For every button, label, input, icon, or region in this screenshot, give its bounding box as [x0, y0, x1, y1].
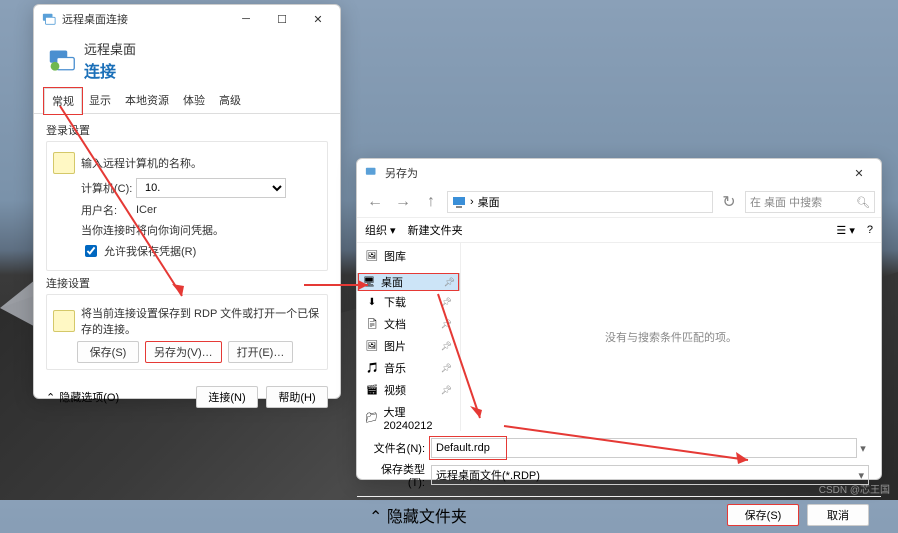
nav-back-button[interactable]: ←: [363, 190, 387, 214]
rdp-app-icon: [42, 12, 56, 26]
filename-label: 文件名(N):: [369, 440, 431, 456]
pin-icon: 📌︎: [441, 385, 452, 396]
rdp-window: 远程桌面连接 ─ ☐ ✕ 远程桌面 连接 常规 显示 本地资源 体验 高级 登录…: [33, 4, 341, 399]
help-icon[interactable]: ?: [867, 224, 873, 236]
saveas-window: 另存为 ✕ ← → ↑ › 桌面 ↻ 在 桌面 中搜索 🔍︎ 组织 ▾ 新建文件…: [356, 158, 882, 480]
pin-icon: 📌︎: [444, 277, 455, 288]
saveas-close-button[interactable]: ✕: [841, 159, 877, 187]
rdp-header-sub: 连接: [84, 58, 136, 82]
rdp-big-icon: [48, 47, 76, 75]
user-value: ICer: [136, 204, 321, 216]
close-button[interactable]: ✕: [300, 5, 336, 33]
login-prompt: 输入远程计算机的名称。: [81, 155, 202, 171]
video-icon: 🎬︎: [365, 383, 379, 397]
sidebar-item-gallery[interactable]: 🖼︎图库: [357, 245, 460, 267]
allow-save-label: 允许我保存凭据(R): [104, 243, 196, 259]
allow-save-checkbox[interactable]: [85, 245, 97, 257]
doc-icon: 📄︎: [365, 317, 379, 331]
open-button[interactable]: 打开(E)…: [228, 341, 294, 363]
search-icon: 🔍︎: [856, 196, 870, 209]
desktop-icon: 🖥︎: [362, 275, 376, 289]
saveas-save-button[interactable]: 保存(S): [727, 504, 799, 526]
filetype-select[interactable]: 远程桌面文件(*.RDP): [431, 465, 869, 485]
saveas-cancel-button[interactable]: 取消: [807, 504, 869, 526]
path-bar[interactable]: › 桌面: [447, 191, 713, 213]
pin-icon: 📌︎: [441, 363, 452, 374]
sidebar-item-video[interactable]: 🎬︎视频📌︎: [357, 379, 460, 401]
saveas-app-icon: [365, 166, 379, 180]
connect-button[interactable]: 连接(N): [196, 386, 258, 408]
tab-general[interactable]: 常规: [44, 88, 82, 114]
folder-icon: [53, 310, 75, 332]
tab-local[interactable]: 本地资源: [118, 88, 176, 113]
desktop-icon: [452, 195, 466, 209]
tab-exp[interactable]: 体验: [176, 88, 212, 113]
nav-fwd-button[interactable]: →: [391, 190, 415, 214]
tab-display[interactable]: 显示: [82, 88, 118, 113]
sidebar: 🖼︎图库 🖥︎桌面📌︎⬇︎下载📌︎📄︎文档📌︎🖼︎图片📌︎🎵︎音乐📌︎🎬︎视频📌︎…: [357, 243, 461, 431]
view-button[interactable]: ☰ ▾: [836, 224, 854, 237]
rdp-header-title: 远程桌面: [84, 39, 136, 58]
computer-label: 计算机(C):: [81, 180, 136, 196]
help-button[interactable]: 帮助(H): [266, 386, 328, 408]
pin-icon: 📌︎: [441, 319, 452, 330]
search-input[interactable]: 在 桌面 中搜索 🔍︎: [745, 191, 875, 213]
saveas-title-text: 另存为: [385, 165, 418, 181]
conn-section-title: 连接设置: [46, 275, 328, 291]
pic-icon: 🖼︎: [365, 339, 379, 353]
computer-select[interactable]: 10.: [136, 178, 286, 198]
login-section-title: 登录设置: [46, 122, 328, 138]
music-icon: 🎵︎: [365, 361, 379, 375]
hide-options-toggle[interactable]: ⌃ 隐藏选项(O): [46, 389, 119, 405]
nav-up-button[interactable]: ↑: [419, 190, 443, 214]
pin-icon: 📌︎: [441, 297, 452, 308]
chevron-up-icon: ⌃: [46, 391, 55, 404]
sidebar-item-download[interactable]: ⬇︎下载📌︎: [357, 291, 460, 313]
download-icon: ⬇︎: [365, 295, 379, 309]
saveas-button[interactable]: 另存为(V)…: [145, 341, 222, 363]
saveas-titlebar: 另存为 ✕: [357, 159, 881, 187]
filetype-label: 保存类型(T):: [369, 461, 431, 489]
minimize-button[interactable]: ─: [228, 5, 264, 33]
file-list-empty: 没有与搜索条件匹配的项。: [461, 243, 881, 431]
filename-input[interactable]: [431, 438, 857, 458]
rdp-titlebar: 远程桌面连接 ─ ☐ ✕: [34, 5, 340, 33]
gallery-icon: 🖼︎: [365, 249, 379, 263]
folder-icon: 📁︎: [365, 411, 379, 425]
sidebar-item-desktop[interactable]: 🖥︎桌面📌︎: [357, 273, 460, 291]
user-label: 用户名:: [81, 202, 136, 218]
refresh-button[interactable]: ↻: [717, 190, 741, 214]
computer-icon: [53, 152, 75, 174]
sidebar-item-pic[interactable]: 🖼︎图片📌︎: [357, 335, 460, 357]
organize-menu[interactable]: 组织 ▾: [365, 222, 396, 238]
conn-hint: 将当前连接设置保存到 RDP 文件或打开一个已保存的连接。: [81, 305, 321, 337]
maximize-button[interactable]: ☐: [264, 5, 300, 33]
rdp-tabs: 常规 显示 本地资源 体验 高级: [34, 88, 340, 114]
hide-folders-toggle[interactable]: ⌃ 隐藏文件夹: [369, 503, 467, 527]
cred-hint: 当你连接时将向你询问凭据。: [81, 222, 224, 238]
rdp-title-text: 远程桌面连接: [62, 11, 128, 27]
new-folder-button[interactable]: 新建文件夹: [408, 222, 463, 238]
save-button[interactable]: 保存(S): [77, 341, 139, 363]
sidebar-item-music[interactable]: 🎵︎音乐📌︎: [357, 357, 460, 379]
sidebar-item-doc[interactable]: 📄︎文档📌︎: [357, 313, 460, 335]
sidebar-item-folder[interactable]: 📁︎大理20240212: [357, 401, 460, 431]
pin-icon: 📌︎: [441, 341, 452, 352]
tab-adv[interactable]: 高级: [212, 88, 248, 113]
